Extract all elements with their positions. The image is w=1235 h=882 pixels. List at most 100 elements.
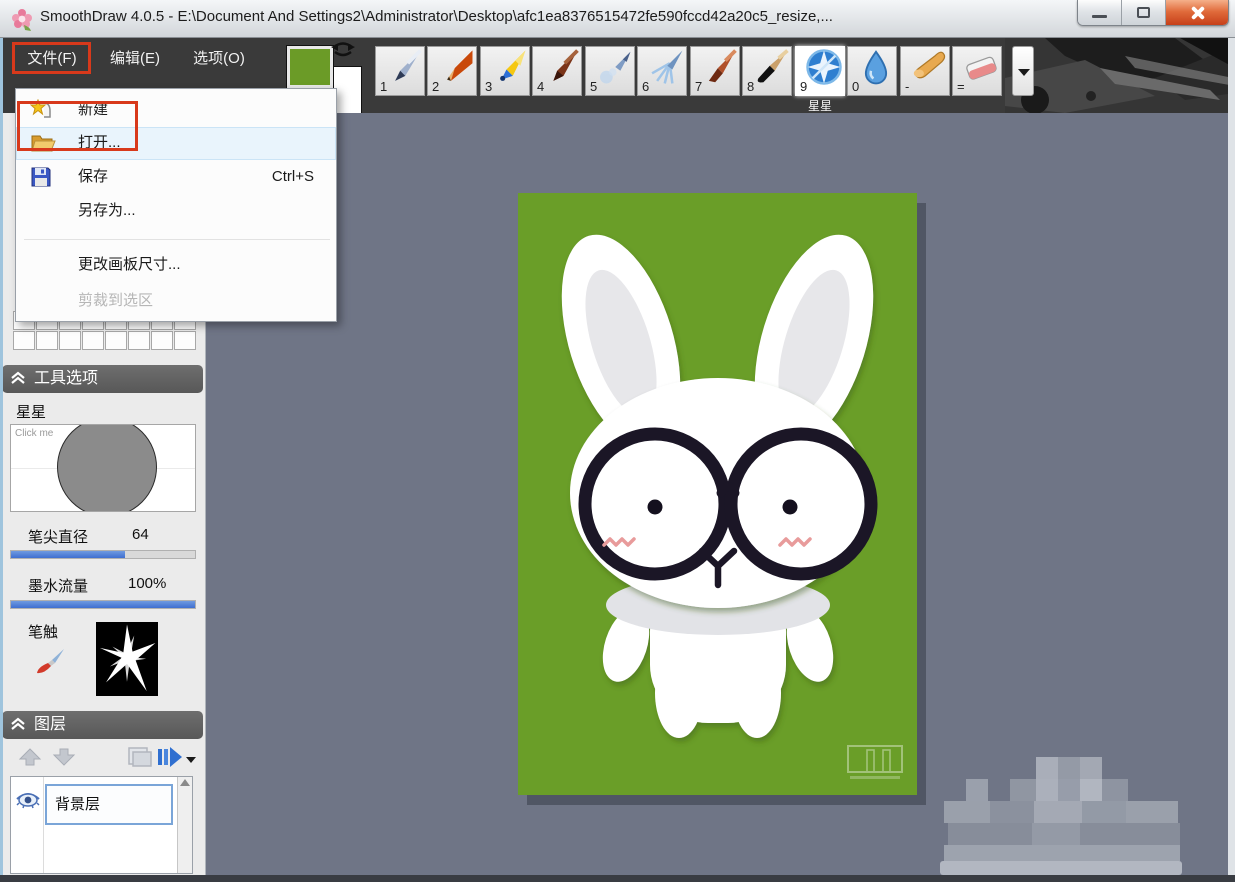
fan-brush-icon xyxy=(647,48,685,86)
menu-item-label: 剪裁到选区 xyxy=(78,285,153,317)
menu-item-crop-to-selection: 剪裁到选区 xyxy=(16,285,336,317)
nib-preview-circle xyxy=(57,424,157,512)
round-brush-icon xyxy=(700,48,738,86)
mosaic-block xyxy=(1010,779,1036,801)
new-document-icon xyxy=(30,99,54,121)
mosaic-block xyxy=(1036,779,1058,801)
menu-item-label: 打开... xyxy=(78,127,121,159)
tool-key: 7 xyxy=(695,79,702,94)
star-brush-icon xyxy=(805,48,843,86)
collapse-chevron-icon xyxy=(10,717,26,731)
layer-list-scrollbar[interactable] xyxy=(177,777,192,873)
preview-hint-text: Click me xyxy=(15,428,53,439)
layer-item-background[interactable]: 背景层 xyxy=(45,784,173,825)
window-bottom-border xyxy=(0,875,1235,882)
menu-item-label: 更改画板尺寸... xyxy=(78,249,181,281)
mosaic-block xyxy=(1032,823,1080,845)
menu-item-open[interactable]: 打开... xyxy=(16,127,336,160)
layers-title: 图层 xyxy=(34,716,66,733)
menu-item-save[interactable]: 保存 Ctrl+S xyxy=(16,161,336,193)
menu-item-label: 另存为... xyxy=(78,195,136,227)
palette-swatch[interactable] xyxy=(128,331,150,350)
tool-button-6[interactable]: 6 xyxy=(637,46,687,96)
nib-diameter-label: 笔尖直径 xyxy=(28,526,88,547)
swap-colors-icon[interactable] xyxy=(330,40,356,58)
menu-item-resize-canvas[interactable]: 更改画板尺寸... xyxy=(16,249,336,281)
palette-swatch[interactable] xyxy=(13,331,35,350)
tool-key: 0 xyxy=(852,79,859,94)
smoothdraw-flower-icon xyxy=(10,7,34,31)
menu-file[interactable]: 文件(F) xyxy=(14,44,90,74)
mosaic-block xyxy=(1036,757,1058,779)
window-left-border xyxy=(0,38,3,875)
palette-swatch[interactable] xyxy=(36,331,58,350)
layer-menu-caret-icon[interactable] xyxy=(186,757,196,763)
tool-button-7[interactable]: 7 xyxy=(690,46,740,96)
mosaic-block xyxy=(1082,801,1126,823)
palette-swatch[interactable] xyxy=(59,331,81,350)
workspace[interactable] xyxy=(206,113,1228,875)
current-tool-name: 星星 xyxy=(16,401,46,422)
layer-down-button[interactable] xyxy=(52,747,76,767)
layer-up-button[interactable] xyxy=(18,747,42,767)
layer-visibility-eye-icon[interactable] xyxy=(15,789,41,809)
nib-preview-box[interactable]: Click me xyxy=(10,424,196,512)
menu-options[interactable]: 选项(O) xyxy=(181,44,257,74)
tool-key: - xyxy=(905,79,909,94)
mosaic-block xyxy=(944,845,1180,861)
tool-button-2[interactable]: 2 xyxy=(427,46,477,96)
tool-options-header[interactable]: 工具选项 xyxy=(2,365,203,393)
layer-menu-button[interactable] xyxy=(156,745,184,769)
mosaic-block xyxy=(1058,779,1080,801)
nib-diameter-slider[interactable] xyxy=(10,550,196,559)
chevron-down-icon xyxy=(1018,69,1030,76)
file-menu-dropdown: 新建 打开... 保存 Ctrl+S 另存为... 更改画板尺寸... 剪裁到选… xyxy=(15,88,337,322)
mosaic-block xyxy=(1034,801,1082,823)
close-button[interactable] xyxy=(1166,0,1228,26)
palette-swatch[interactable] xyxy=(151,331,173,350)
slider-fill xyxy=(11,601,195,608)
airbrush-icon xyxy=(595,48,633,86)
tool-button-1[interactable]: 1 xyxy=(375,46,425,96)
tool-button-5[interactable]: 5 xyxy=(585,46,635,96)
palette-swatch[interactable] xyxy=(174,331,196,350)
drawing-canvas[interactable] xyxy=(518,193,917,795)
foreground-color-swatch[interactable] xyxy=(286,45,334,89)
ballpoint-icon xyxy=(490,48,528,86)
tool-button-3[interactable]: 3 xyxy=(480,46,530,96)
mosaic-block xyxy=(940,861,1182,875)
minimize-button[interactable] xyxy=(1078,0,1122,26)
tool-options-title: 工具选项 xyxy=(34,370,98,387)
tool-button-0[interactable]: 0 xyxy=(847,46,897,96)
nib-diameter-value: 64 xyxy=(132,526,149,543)
maximize-icon xyxy=(1137,7,1150,18)
window-controls xyxy=(1077,0,1229,26)
palette-swatch[interactable] xyxy=(105,331,127,350)
menu-item-save-as[interactable]: 另存为... xyxy=(16,195,336,231)
slider-fill xyxy=(11,551,125,558)
canvas-watermark xyxy=(847,745,905,781)
layers-header[interactable]: 图层 xyxy=(2,711,203,739)
tool-button-9-star[interactable]: 9 xyxy=(795,46,845,96)
minimize-icon xyxy=(1092,15,1107,18)
tool-key: 3 xyxy=(485,79,492,94)
tool-button-4[interactable]: 4 xyxy=(532,46,582,96)
tool-button-minus[interactable]: - xyxy=(900,46,950,96)
tool-dropdown-button[interactable] xyxy=(1012,46,1034,96)
menu-item-new[interactable]: 新建 xyxy=(16,94,336,126)
tool-button-8[interactable]: 8 xyxy=(742,46,792,96)
menu-edit[interactable]: 编辑(E) xyxy=(97,44,173,74)
ink-flow-slider[interactable] xyxy=(10,600,196,609)
tool-button-equals[interactable]: = xyxy=(952,46,1002,96)
mosaic-block xyxy=(990,801,1034,823)
brush-stroke-preview[interactable] xyxy=(96,622,158,696)
mosaic-block xyxy=(966,779,988,801)
layer-properties-button[interactable] xyxy=(126,745,152,769)
menu-separator xyxy=(24,239,330,240)
window-title: SmoothDraw 4.0.5 - E:\Document And Setti… xyxy=(40,8,833,25)
tool-key: 8 xyxy=(747,79,754,94)
palette-swatch[interactable] xyxy=(82,331,104,350)
maximize-button[interactable] xyxy=(1122,0,1166,26)
close-icon xyxy=(1189,5,1205,21)
brush-icon xyxy=(34,647,66,677)
